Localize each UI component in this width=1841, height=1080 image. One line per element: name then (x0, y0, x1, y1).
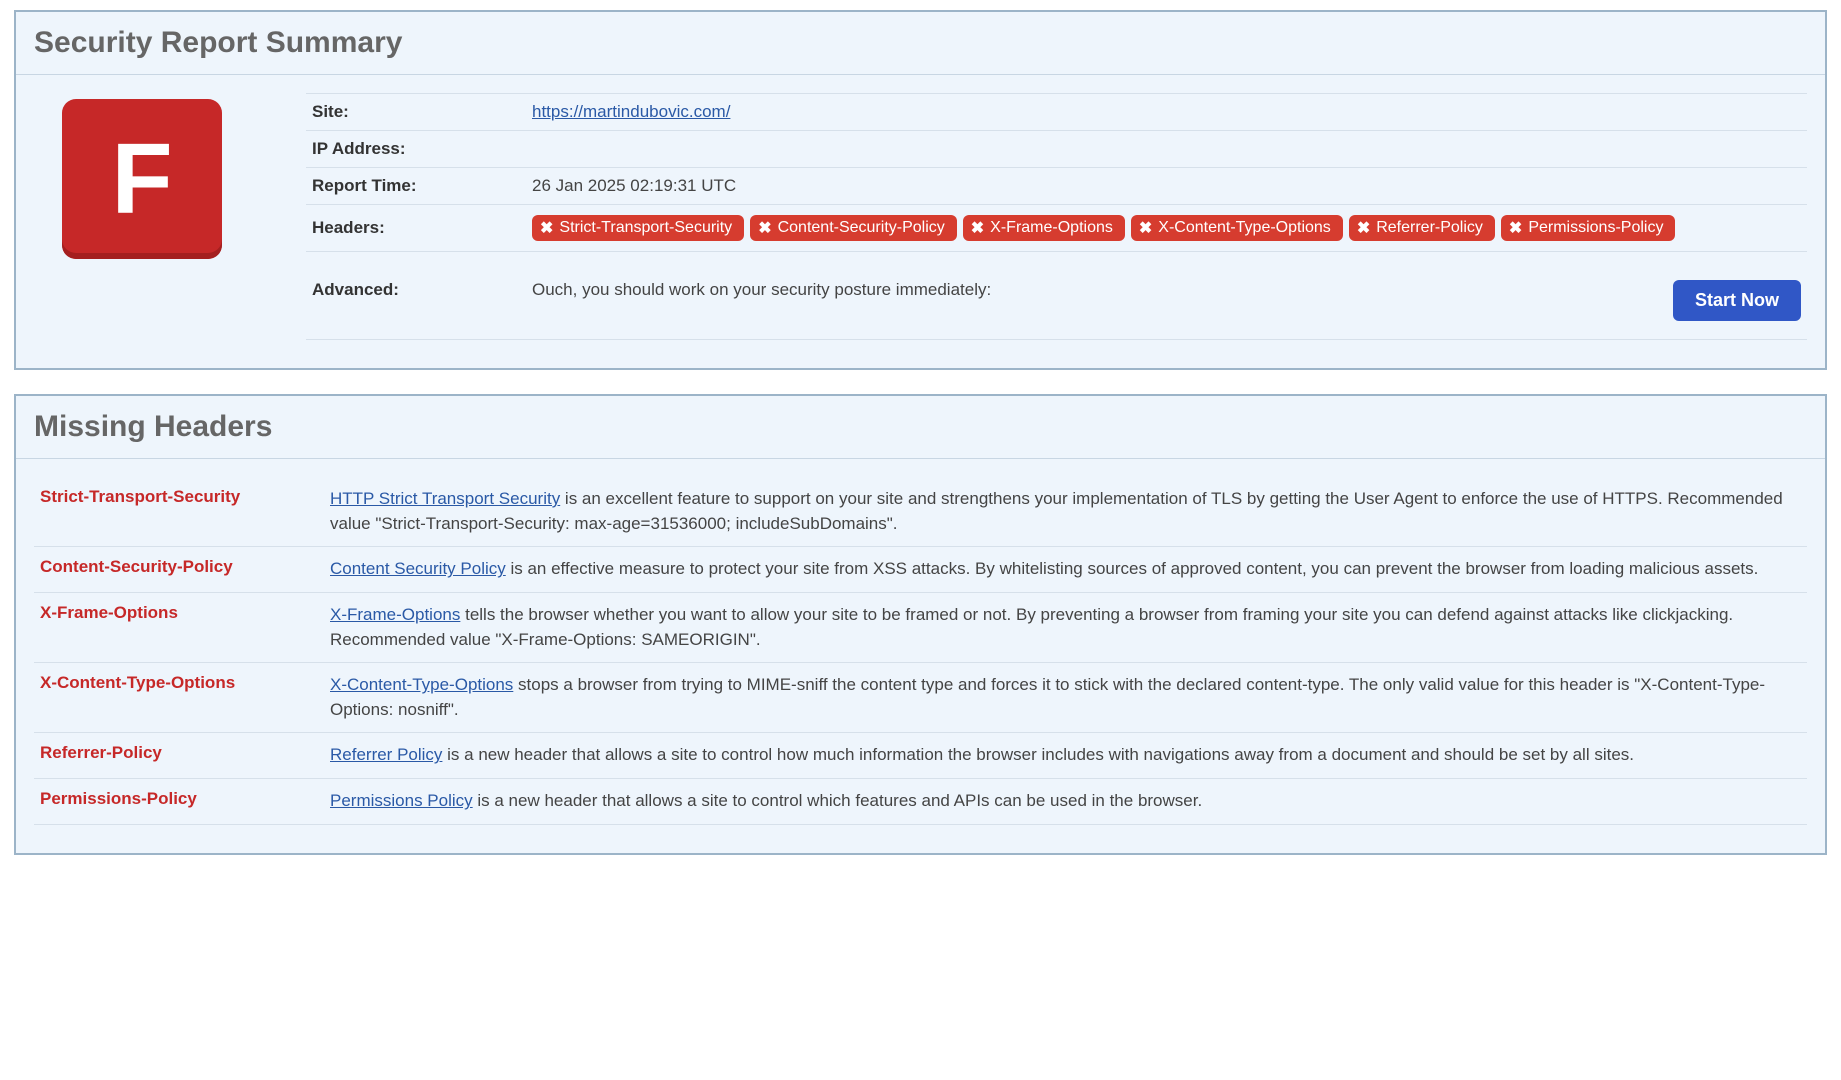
row-time: Report Time: 26 Jan 2025 02:19:31 UTC (306, 168, 1807, 205)
site-link[interactable]: https://martindubovic.com/ (532, 102, 730, 121)
header-badge-label: Referrer-Policy (1376, 219, 1483, 237)
summary-title: Security Report Summary (34, 26, 1807, 60)
label-ip: IP Address: (306, 131, 526, 168)
header-badge-label: X-Frame-Options (990, 219, 1113, 237)
x-icon: ✖ (758, 218, 771, 238)
missing-header-rest: is an effective measure to protect your … (506, 559, 1759, 578)
missing-header-row: Referrer-PolicyReferrer Policy is a new … (34, 733, 1807, 779)
missing-header-link[interactable]: HTTP Strict Transport Security (330, 489, 560, 508)
x-icon: ✖ (540, 218, 553, 238)
missing-header-name: Content-Security-Policy (34, 547, 324, 593)
header-badge-label: Content-Security-Policy (778, 219, 945, 237)
missing-header-link[interactable]: Referrer Policy (330, 745, 442, 764)
grade-letter: F (111, 122, 172, 237)
missing-header-link[interactable]: X-Content-Type-Options (330, 675, 513, 694)
missing-header-name: Strict-Transport-Security (34, 477, 324, 547)
missing-header-row: Strict-Transport-SecurityHTTP Strict Tra… (34, 477, 1807, 547)
header-badge[interactable]: ✖ Content-Security-Policy (750, 215, 957, 241)
missing-header-rest: tells the browser whether you want to al… (330, 605, 1733, 649)
value-time: 26 Jan 2025 02:19:31 UTC (526, 168, 1807, 205)
missing-header-row: X-Content-Type-OptionsX-Content-Type-Opt… (34, 663, 1807, 733)
missing-header-link[interactable]: Content Security Policy (330, 559, 506, 578)
x-icon: ✖ (1139, 218, 1152, 238)
row-headers: Headers: ✖ Strict-Transport-Security ✖ Cont… (306, 205, 1807, 252)
missing-header-rest: stops a browser from trying to MIME-snif… (330, 675, 1765, 719)
header-badge[interactable]: ✖ Strict-Transport-Security (532, 215, 744, 241)
row-ip: IP Address: (306, 131, 1807, 168)
grade-badge: F (62, 99, 222, 259)
label-headers: Headers: (306, 205, 526, 252)
missing-header-link[interactable]: Permissions Policy (330, 791, 473, 810)
missing-header-desc: Content Security Policy is an effective … (324, 547, 1807, 593)
missing-header-name: X-Content-Type-Options (34, 663, 324, 733)
row-advanced: Advanced: Ouch, you should work on your … (306, 252, 1807, 340)
header-badge-label: Strict-Transport-Security (559, 219, 732, 237)
missing-header-name: X-Frame-Options (34, 592, 324, 662)
label-advanced: Advanced: (306, 252, 526, 340)
missing-header-rest: is a new header that allows a site to co… (442, 745, 1634, 764)
missing-headers-panel: Missing Headers Strict-Transport-Securit… (14, 394, 1827, 855)
missing-header-rest: is a new header that allows a site to co… (473, 791, 1203, 810)
x-icon: ✖ (1509, 218, 1522, 238)
header-badges: ✖ Strict-Transport-Security ✖ Content-Secur… (532, 213, 1801, 243)
row-site: Site: https://martindubovic.com/ (306, 94, 1807, 131)
advanced-text: Ouch, you should work on your security p… (532, 280, 991, 299)
label-time: Report Time: (306, 168, 526, 205)
missing-header-row: Permissions-PolicyPermissions Policy is … (34, 779, 1807, 825)
missing-header-desc: Referrer Policy is a new header that all… (324, 733, 1807, 779)
missing-header-name: Permissions-Policy (34, 779, 324, 825)
value-ip (526, 131, 1807, 168)
missing-header-row: Content-Security-PolicyContent Security … (34, 547, 1807, 593)
x-icon: ✖ (971, 218, 984, 238)
missing-header-desc: X-Frame-Options tells the browser whethe… (324, 592, 1807, 662)
label-site: Site: (306, 94, 526, 131)
summary-header: Security Report Summary (16, 12, 1825, 75)
missing-header-row: X-Frame-OptionsX-Frame-Options tells the… (34, 592, 1807, 662)
start-now-button[interactable]: Start Now (1673, 280, 1801, 321)
missing-header-link[interactable]: X-Frame-Options (330, 605, 460, 624)
missing-header-desc: Permissions Policy is a new header that … (324, 779, 1807, 825)
missing-header-desc: X-Content-Type-Options stops a browser f… (324, 663, 1807, 733)
missing-header-name: Referrer-Policy (34, 733, 324, 779)
header-badge-label: X-Content-Type-Options (1158, 219, 1331, 237)
missing-header-desc: HTTP Strict Transport Security is an exc… (324, 477, 1807, 547)
header-badge[interactable]: ✖ X-Content-Type-Options (1131, 215, 1343, 241)
header-badge[interactable]: ✖ Permissions-Policy (1501, 215, 1676, 241)
missing-header: Missing Headers (16, 396, 1825, 459)
header-badge[interactable]: ✖ X-Frame-Options (963, 215, 1125, 241)
summary-panel: Security Report Summary F Site: https://… (14, 10, 1827, 370)
missing-headers-table: Strict-Transport-SecurityHTTP Strict Tra… (34, 477, 1807, 825)
header-badge-label: Permissions-Policy (1528, 219, 1663, 237)
header-badge[interactable]: ✖ Referrer-Policy (1349, 215, 1495, 241)
missing-title: Missing Headers (34, 410, 1807, 444)
summary-info-table: Site: https://martindubovic.com/ IP Addr… (306, 93, 1807, 340)
x-icon: ✖ (1357, 218, 1370, 238)
